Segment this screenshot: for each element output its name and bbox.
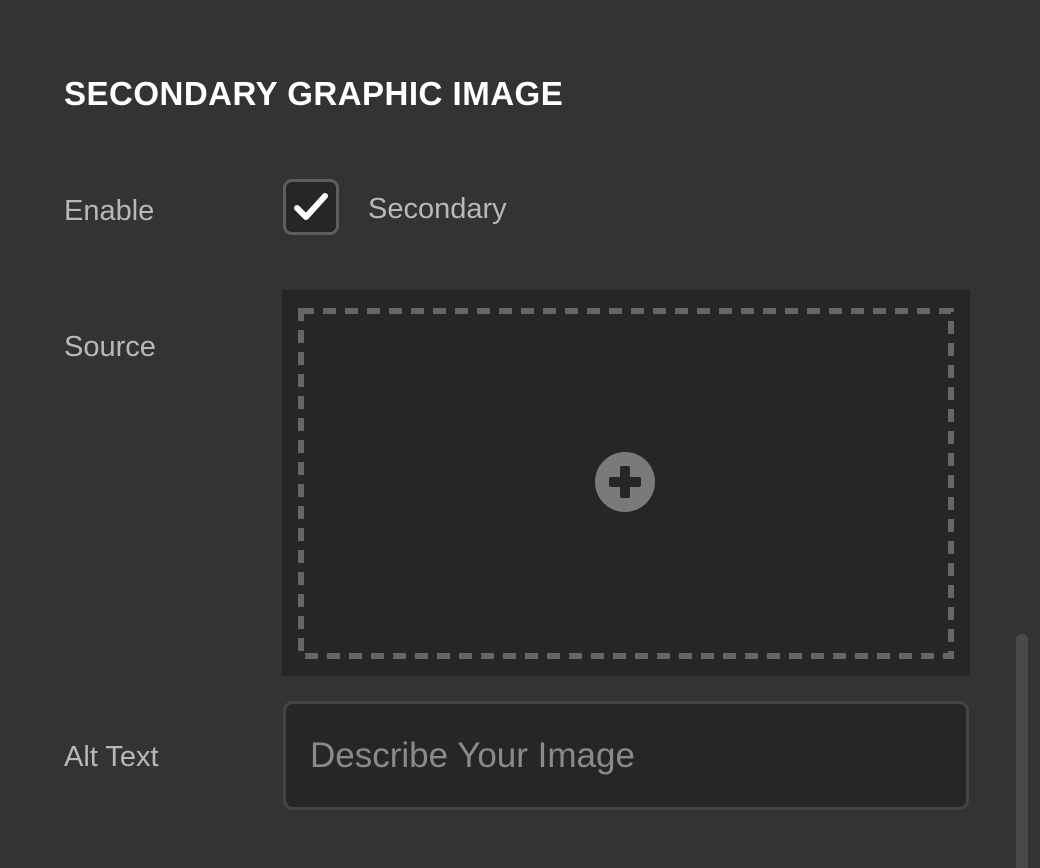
secondary-checkbox-label[interactable]: Secondary xyxy=(368,191,507,227)
secondary-graphic-panel: SECONDARY GRAPHIC IMAGE Enable Secondary… xyxy=(0,0,1040,868)
plus-circle-icon[interactable] xyxy=(595,452,655,512)
section-title: SECONDARY GRAPHIC IMAGE xyxy=(64,75,564,112)
source-label: Source xyxy=(64,331,156,363)
alt-text-label: Alt Text xyxy=(64,741,159,773)
enable-label: Enable xyxy=(64,195,155,227)
checkmark-icon xyxy=(294,193,328,220)
alt-text-input[interactable] xyxy=(283,701,969,810)
scrollbar-thumb[interactable] xyxy=(1016,634,1028,868)
secondary-checkbox[interactable] xyxy=(283,179,339,235)
image-dropzone[interactable] xyxy=(282,290,970,676)
